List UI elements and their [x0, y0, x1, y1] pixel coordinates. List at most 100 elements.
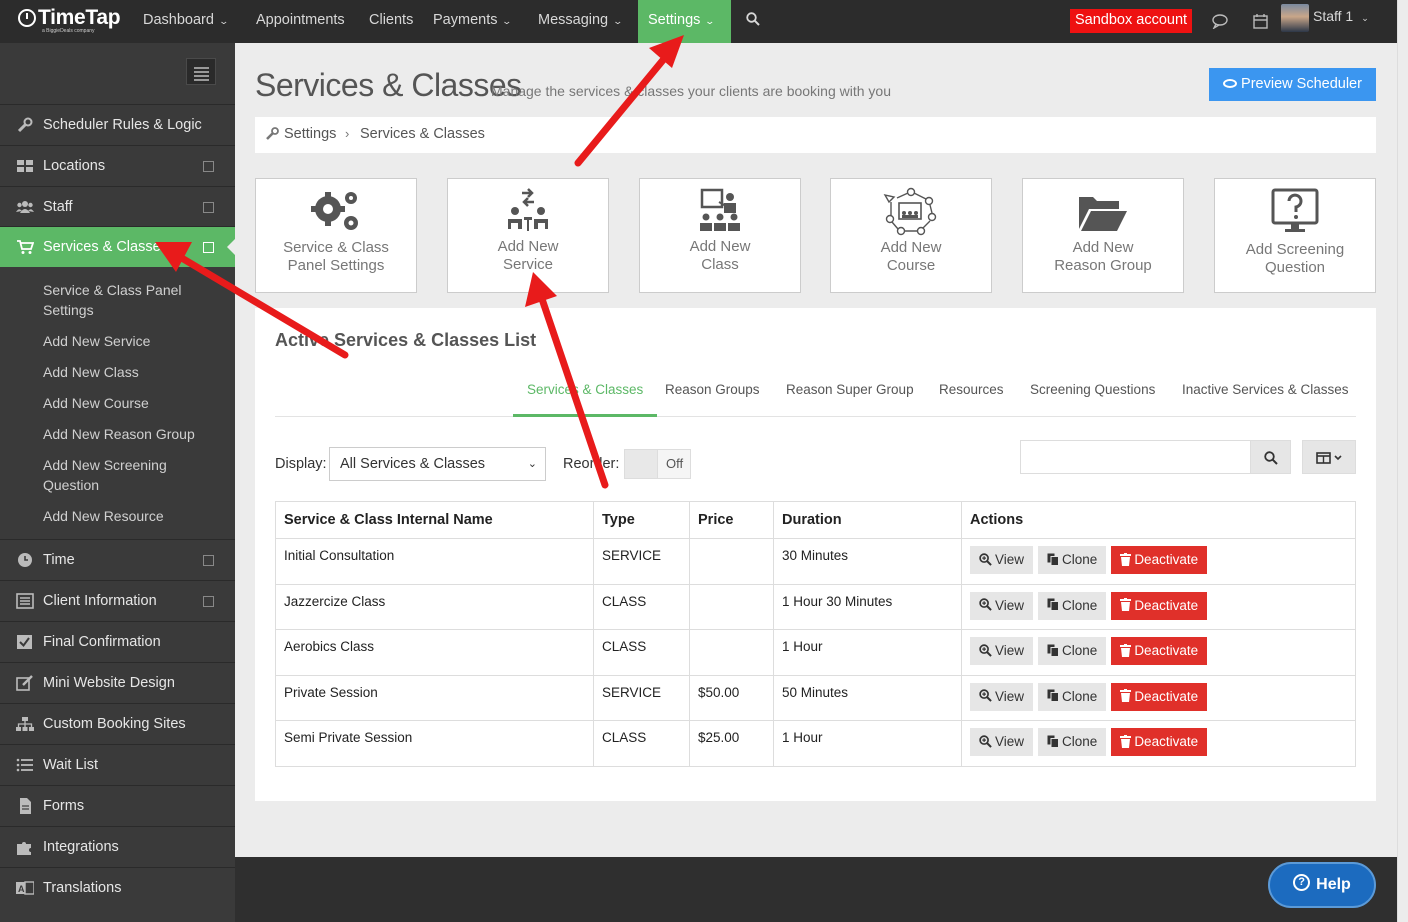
- sidebar-item-staff[interactable]: Staff: [0, 186, 235, 227]
- chevron-right-icon: ›: [345, 126, 350, 141]
- sidebar-sub-add-class[interactable]: Add New Class: [43, 362, 223, 382]
- column-header[interactable]: Type: [593, 501, 690, 539]
- tab-services-classes[interactable]: Services & Classes: [513, 373, 658, 417]
- sidebar-item-scheduler-rules[interactable]: Scheduler Rules & Logic: [0, 104, 235, 145]
- search-button[interactable]: [1250, 440, 1291, 474]
- trash-icon: [1120, 689, 1132, 703]
- clone-button[interactable]: Clone: [1038, 546, 1107, 574]
- view-button[interactable]: View: [970, 546, 1034, 574]
- sidebar-item-final-confirmation[interactable]: Final Confirmation: [0, 621, 235, 662]
- view-button[interactable]: View: [970, 682, 1034, 711]
- table-cell-actions: View Clone Deactivate: [961, 583, 1356, 630]
- nav-clients[interactable]: Clients: [359, 0, 423, 43]
- view-button[interactable]: View: [970, 591, 1034, 620]
- expand-icon[interactable]: [203, 202, 214, 213]
- user-menu[interactable]: Staff 1 ⌄: [1313, 8, 1369, 24]
- breadcrumb-settings[interactable]: Settings: [284, 126, 336, 142]
- clone-button[interactable]: Clone: [1038, 591, 1107, 620]
- nav-messaging[interactable]: Messaging ⌄: [528, 0, 632, 43]
- view-button[interactable]: View: [970, 728, 1034, 756]
- sidebar-sub-add-resource[interactable]: Add New Resource: [43, 506, 223, 526]
- tab-screening-questions[interactable]: Screening Questions: [1030, 373, 1155, 417]
- trash-icon: [1120, 552, 1132, 566]
- sidebar-item-wait-list[interactable]: Wait List: [0, 744, 235, 785]
- sidebar-item-custom-booking-sites[interactable]: Custom Booking Sites: [0, 703, 235, 744]
- deactivate-button[interactable]: Deactivate: [1111, 682, 1208, 711]
- clone-button[interactable]: Clone: [1038, 637, 1107, 665]
- document-icon: [20, 798, 31, 814]
- sidebar-item-services-classes[interactable]: Services & Classes: [0, 226, 236, 267]
- deactivate-button[interactable]: Deactivate: [1111, 728, 1208, 756]
- tab-reason-groups[interactable]: Reason Groups: [665, 373, 760, 417]
- deactivate-button[interactable]: Deactivate: [1111, 546, 1208, 574]
- sidebar-sub-add-screening-question[interactable]: Add New Screening Question: [43, 455, 223, 495]
- chat-icon[interactable]: [1212, 13, 1230, 29]
- table-cell-actions: View Clone Deactivate: [961, 674, 1356, 721]
- column-header[interactable]: Price: [689, 501, 774, 539]
- table-cell-duration: 30 Minutes: [773, 538, 962, 585]
- search-icon[interactable]: [746, 12, 760, 26]
- edit-icon: [16, 675, 33, 691]
- tab-reason-super-group[interactable]: Reason Super Group: [786, 373, 914, 417]
- table-cell-duration: 1 Hour 30 Minutes: [773, 583, 962, 630]
- scrollbar[interactable]: [1397, 0, 1408, 922]
- sidebar-item-mini-website[interactable]: Mini Website Design: [0, 662, 235, 703]
- sidebar-sub-add-course[interactable]: Add New Course: [43, 393, 223, 413]
- tile-add-service[interactable]: Add New Service: [447, 178, 609, 293]
- table-row: Aerobics Class CLASS 1 Hour View Clone Deacti…: [275, 629, 1356, 676]
- nav-appointments[interactable]: Appointments: [246, 0, 355, 43]
- column-header[interactable]: Duration: [773, 501, 962, 539]
- sidebar-item-time[interactable]: Time: [0, 539, 235, 580]
- expand-icon[interactable]: [203, 596, 214, 607]
- preview-scheduler-button[interactable]: Preview Scheduler: [1209, 68, 1376, 101]
- zoom-icon: [979, 735, 992, 748]
- chevron-down-icon: ⌄: [527, 458, 537, 470]
- sidebar-item-integrations[interactable]: Integrations: [0, 826, 235, 867]
- copy-icon: [1047, 689, 1060, 703]
- tile-panel-settings[interactable]: Service & Class Panel Settings: [255, 178, 417, 293]
- timetap-logo[interactable]: TimeTap a BiggieDeals company: [18, 6, 121, 34]
- search-input[interactable]: [1020, 440, 1251, 474]
- column-header[interactable]: Service & Class Internal Name: [275, 501, 594, 539]
- view-button[interactable]: View: [970, 637, 1034, 665]
- expand-icon[interactable]: [203, 555, 214, 566]
- chevron-down-icon: ⌄: [218, 16, 229, 26]
- clone-button[interactable]: Clone: [1038, 682, 1107, 711]
- nav-settings[interactable]: Settings ⌄: [638, 0, 731, 43]
- columns-button[interactable]: [1302, 440, 1356, 474]
- sidebar-sub-add-reason-group[interactable]: Add New Reason Group: [43, 424, 223, 444]
- calendar-icon[interactable]: [1252, 13, 1270, 29]
- display-select[interactable]: All Services & Classes ⌄: [329, 447, 546, 481]
- sidebar-item-translations[interactable]: A Translations: [0, 867, 235, 908]
- avatar[interactable]: [1281, 4, 1309, 32]
- page-subtitle: Manage the services & classes your clien…: [491, 83, 891, 99]
- trash-icon: [1120, 643, 1132, 657]
- deactivate-button[interactable]: Deactivate: [1111, 637, 1208, 665]
- sidebar-sub-add-service[interactable]: Add New Service: [43, 331, 223, 351]
- tile-add-class[interactable]: Add New Class: [639, 178, 801, 293]
- sidebar-sub-panel-settings[interactable]: Service & Class Panel Settings: [43, 280, 223, 320]
- reorder-toggle[interactable]: Off: [624, 449, 691, 479]
- tab-resources[interactable]: Resources: [939, 373, 1004, 417]
- sidebar-item-locations[interactable]: Locations: [0, 145, 235, 186]
- copy-icon: [1047, 735, 1060, 748]
- sidebar-item-client-information[interactable]: Client Information: [0, 580, 235, 621]
- expand-icon[interactable]: [203, 242, 214, 253]
- expand-icon[interactable]: [203, 161, 214, 172]
- sidebar: Scheduler Rules & Logic Locations Staff …: [0, 43, 236, 922]
- sidebar-item-forms[interactable]: Forms: [0, 785, 235, 826]
- classroom-icon: [700, 188, 740, 231]
- tile-add-reason-group[interactable]: Add New Reason Group: [1022, 178, 1184, 293]
- tab-inactive[interactable]: Inactive Services & Classes: [1182, 373, 1349, 417]
- users-icon: [16, 201, 34, 213]
- clone-button[interactable]: Clone: [1038, 728, 1107, 756]
- help-button[interactable]: ? Help: [1268, 862, 1376, 908]
- services-table: Service & Class Internal Name Type Price…: [275, 501, 1356, 767]
- checkbox-icon: [17, 635, 32, 649]
- menu-toggle-icon[interactable]: [186, 58, 216, 85]
- nav-payments[interactable]: Payments ⌄: [423, 0, 521, 43]
- deactivate-button[interactable]: Deactivate: [1111, 591, 1208, 620]
- tile-add-screening-question[interactable]: Add Screening Question: [1214, 178, 1376, 293]
- nav-dashboard[interactable]: Dashboard ⌄: [133, 0, 237, 43]
- tile-add-course[interactable]: Add New Course: [830, 178, 992, 293]
